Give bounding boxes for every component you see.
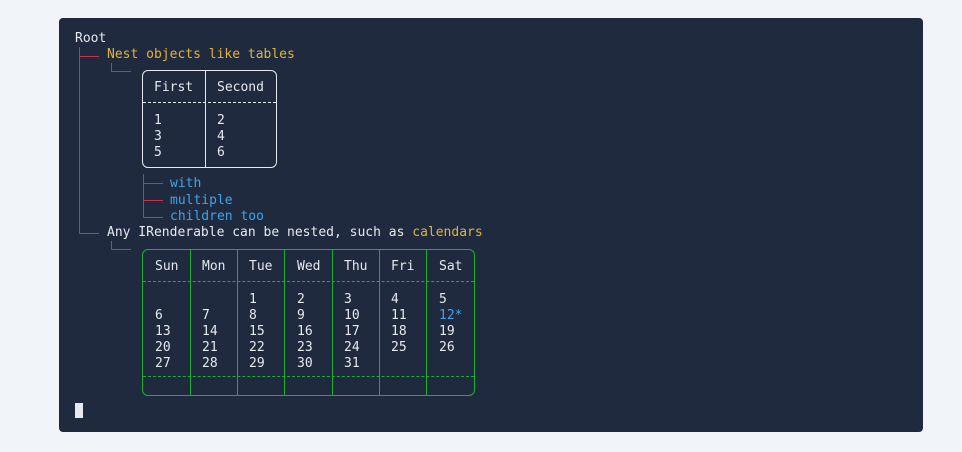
nested-table: First Second 1 3 5 2 4 6 [142, 70, 277, 168]
calendar-day: 3 [344, 292, 352, 307]
calendar-day: 17 [344, 324, 360, 339]
calendar-day: 11 [391, 308, 407, 323]
calendar-day: 8 [249, 308, 257, 323]
calendar-header-divider [143, 281, 474, 282]
tree-root-label: Root [75, 31, 107, 46]
calendar-day: 15 [249, 324, 265, 339]
calendar-day: 18 [391, 324, 407, 339]
calendar-day: 24 [344, 340, 360, 355]
calendar-header-thu: Thu [344, 259, 368, 274]
calendar-day: 19 [439, 324, 455, 339]
calendar-day: 10 [344, 308, 360, 323]
table-cell: 4 [217, 129, 225, 144]
calendar-day: 4 [391, 292, 399, 307]
calendar-day: 14 [202, 324, 218, 339]
table-cell: 1 [154, 113, 162, 128]
tree-child-multiple: multiple [170, 193, 233, 208]
calendar-footer-divider [143, 376, 474, 377]
table-column-divider [205, 71, 206, 167]
tree-node-calendars-prefix: Any IRenderable can be nested, such as [107, 225, 405, 240]
tree-node-calendars-highlight: calendars [412, 225, 483, 240]
table-cell: 6 [217, 145, 225, 160]
calendar-day: 28 [202, 356, 218, 371]
calendar-day: 9 [297, 308, 305, 323]
calendar-header-wed: Wed [297, 259, 321, 274]
calendar-day: 5 [439, 292, 447, 307]
calendar-day: 16 [297, 324, 313, 339]
calendar-day: 6 [155, 308, 163, 323]
calendar-day: 30 [297, 356, 313, 371]
calendar-header-mon: Mon [202, 259, 226, 274]
terminal-cursor [75, 403, 83, 418]
table-cell: 5 [154, 145, 162, 160]
calendar-day: 29 [249, 356, 265, 371]
calendar-header-sat: Sat [439, 259, 463, 274]
table-header-divider [143, 102, 276, 103]
calendar-header-sun: Sun [155, 259, 179, 274]
calendar-day: 31 [344, 356, 360, 371]
calendar-day: 7 [202, 308, 210, 323]
tree-child-children-too: children too [170, 209, 264, 224]
calendar-day: 13 [155, 324, 171, 339]
calendar-day: 26 [439, 340, 455, 355]
calendar-day: 21 [202, 340, 218, 355]
table-header-second: Second [217, 80, 264, 95]
table-header-first: First [154, 80, 194, 95]
calendar-day: 1 [249, 292, 257, 307]
terminal-window[interactable]: Root Nest objects like tables First Seco… [59, 18, 923, 432]
tree-node-nest-tables: Nest objects like tables [107, 47, 295, 62]
nested-calendar: Sun Mon Tue Wed Thu Fri Sat 6 13 20 27 7… [142, 249, 475, 396]
calendar-header-fri: Fri [391, 259, 415, 274]
table-cell: 3 [154, 129, 162, 144]
calendar-header-tue: Tue [249, 259, 273, 274]
table-cell: 2 [217, 113, 225, 128]
calendar-day: 23 [297, 340, 313, 355]
calendar-day: 27 [155, 356, 171, 371]
tree-node-calendars: Any IRenderable can be nested, such as c… [107, 225, 483, 241]
tree-child-with: with [170, 176, 202, 191]
calendar-day: 2 [297, 292, 305, 307]
calendar-day: 20 [155, 340, 171, 355]
calendar-day: 25 [391, 340, 407, 355]
calendar-day-highlighted: 12* [439, 308, 463, 323]
calendar-day: 22 [249, 340, 265, 355]
